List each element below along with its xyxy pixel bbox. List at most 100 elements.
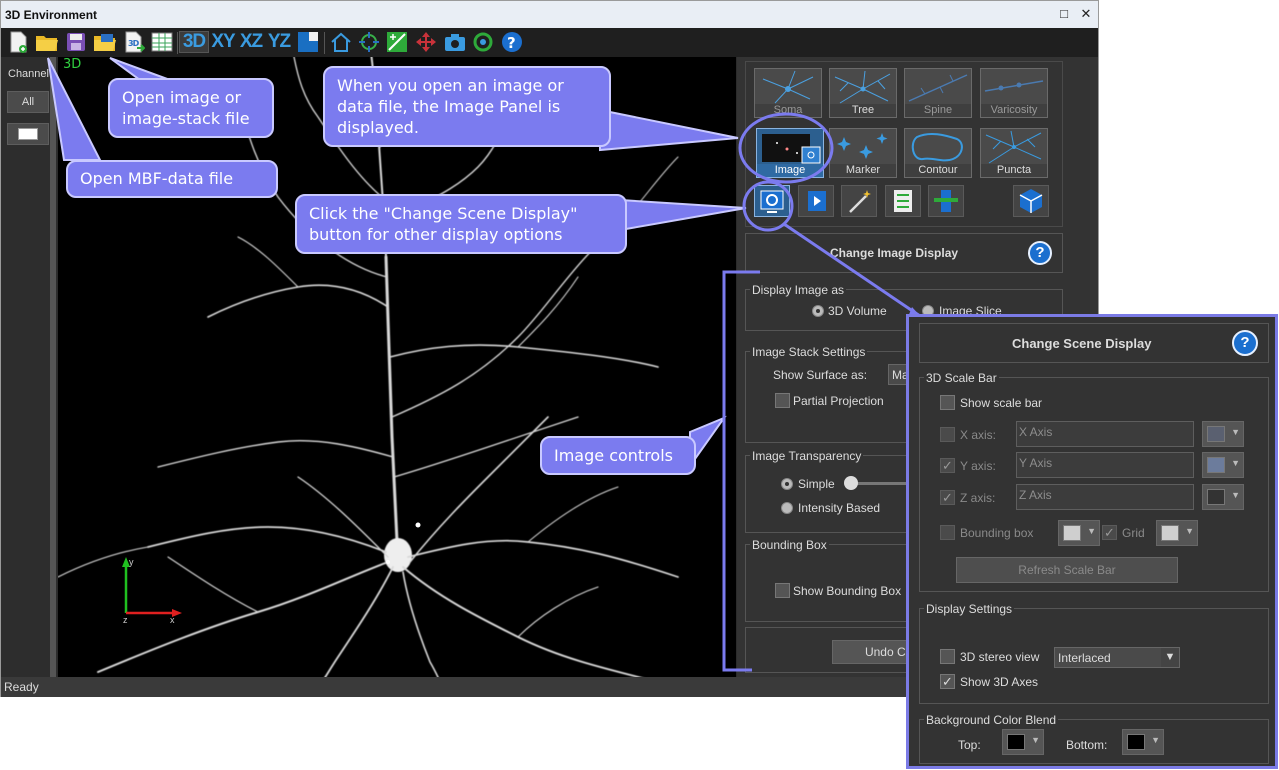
toolbar: 3D 3D XY XZ YZ ? bbox=[1, 28, 1098, 57]
background-blend-title: Background Color Blend bbox=[924, 713, 1059, 727]
change-scene-display-button[interactable] bbox=[754, 185, 790, 217]
channel-1-button[interactable] bbox=[7, 123, 49, 145]
show-3d-axes-label: Show 3D Axes bbox=[960, 675, 1039, 689]
svg-text:?: ? bbox=[507, 34, 515, 52]
window-title: 3D Environment bbox=[5, 8, 98, 22]
help-icon[interactable]: ? bbox=[500, 31, 524, 53]
scale-bar-title: 3D Scale Bar bbox=[924, 371, 999, 385]
image-panel-title: Change Image Display bbox=[830, 246, 959, 260]
camera-icon[interactable] bbox=[443, 31, 467, 53]
scale-icon[interactable] bbox=[385, 31, 409, 53]
show-scale-bar-checkbox[interactable] bbox=[940, 395, 955, 410]
channels-icon[interactable] bbox=[928, 185, 964, 217]
close-button[interactable]: ✕ bbox=[1077, 5, 1095, 23]
viewport-3d-label: 3D bbox=[63, 57, 82, 72]
transparency-simple-label: Simple bbox=[798, 477, 835, 491]
tool-tree[interactable]: Tree bbox=[829, 68, 897, 118]
bounding-box-checkbox[interactable] bbox=[940, 525, 955, 540]
bg-bottom-color-select[interactable]: ▼ bbox=[1122, 729, 1164, 755]
target-icon[interactable] bbox=[357, 31, 381, 53]
grid-color-select[interactable]: ▼ bbox=[1156, 520, 1198, 546]
channel-all-button[interactable]: All bbox=[7, 91, 49, 113]
callout-open-mbf: Open MBF-data file bbox=[66, 160, 278, 198]
x-axis-label: X axis: bbox=[960, 428, 997, 442]
show-surface-label: Show Surface as: bbox=[773, 368, 868, 382]
tool-soma-label: Soma bbox=[755, 104, 821, 117]
tool-contour-label: Contour bbox=[905, 164, 971, 177]
save-icon[interactable] bbox=[64, 31, 88, 53]
export-3d-icon[interactable]: 3D bbox=[122, 31, 146, 53]
refresh-scale-bar-button[interactable]: Refresh Scale Bar bbox=[956, 557, 1178, 583]
cube-icon[interactable] bbox=[1013, 185, 1049, 217]
y-axis-color-select[interactable]: ▼ bbox=[1202, 452, 1244, 478]
adjust-icon[interactable] bbox=[885, 185, 921, 217]
display-3d-volume-label: 3D Volume bbox=[828, 304, 887, 318]
view-3d-button[interactable]: 3D bbox=[179, 31, 209, 53]
stereo-mode-select[interactable]: Interlaced ▼ bbox=[1054, 647, 1180, 668]
z-axis-checkbox[interactable]: ✓ bbox=[940, 490, 955, 505]
tool-image[interactable]: Image bbox=[756, 128, 824, 178]
maximize-button[interactable]: □ bbox=[1055, 5, 1073, 23]
3d-viewport[interactable]: 3D y x z bbox=[58, 57, 736, 677]
open-image-folder-icon[interactable] bbox=[92, 31, 118, 53]
image-transparency-title: Image Transparency bbox=[750, 449, 864, 463]
transparency-intensity-radio[interactable] bbox=[781, 502, 793, 514]
tool-spine[interactable]: Spine bbox=[904, 68, 972, 118]
transparency-slider-handle[interactable] bbox=[844, 476, 858, 490]
movie-icon[interactable] bbox=[798, 185, 834, 217]
magic-wand-icon[interactable] bbox=[841, 185, 877, 217]
view-yz-button[interactable]: YZ bbox=[266, 31, 292, 53]
tool-puncta[interactable]: Puncta bbox=[980, 128, 1048, 178]
x-axis-checkbox[interactable] bbox=[940, 427, 955, 442]
bg-top-label: Top: bbox=[958, 738, 981, 752]
y-axis-field[interactable]: Y Axis bbox=[1016, 452, 1194, 478]
image-stack-title: Image Stack Settings bbox=[750, 345, 868, 359]
x-axis-field[interactable]: X Axis bbox=[1016, 421, 1194, 447]
callout-image-panel: When you open an image or data file, the… bbox=[323, 66, 611, 147]
callout-scene-display: Click the "Change Scene Display" button … bbox=[295, 194, 627, 254]
split-view-icon[interactable] bbox=[296, 31, 320, 53]
svg-text:3D: 3D bbox=[128, 39, 140, 48]
show-bounding-box-checkbox[interactable] bbox=[775, 583, 790, 598]
partial-projection-checkbox[interactable] bbox=[775, 393, 790, 408]
y-axis-label: Y axis: bbox=[960, 459, 996, 473]
channel-splitter[interactable] bbox=[50, 57, 56, 677]
grid-checkbox[interactable]: ✓ bbox=[1102, 525, 1117, 540]
tool-contour[interactable]: Contour bbox=[904, 128, 972, 178]
show-bounding-box-label: Show Bounding Box bbox=[793, 584, 902, 598]
new-file-icon[interactable] bbox=[6, 31, 30, 53]
scene-panel-title: Change Scene Display bbox=[1012, 336, 1152, 351]
y-axis-checkbox[interactable]: ✓ bbox=[940, 458, 955, 473]
home-icon[interactable] bbox=[329, 31, 353, 53]
scene-help-icon[interactable]: ? bbox=[1232, 330, 1258, 356]
move-icon[interactable] bbox=[414, 31, 438, 53]
show-3d-axes-checkbox[interactable]: ✓ bbox=[940, 674, 955, 689]
display-settings-group: Display Settings 3D stereo view Interlac… bbox=[919, 602, 1269, 704]
x-axis-color-select[interactable]: ▼ bbox=[1202, 421, 1244, 447]
bounding-box-color-select[interactable]: ▼ bbox=[1058, 520, 1100, 546]
z-axis-field[interactable]: Z Axis bbox=[1016, 484, 1194, 510]
display-settings-title: Display Settings bbox=[924, 602, 1015, 616]
tool-varicosity[interactable]: Varicosity bbox=[980, 68, 1048, 118]
grid-label: Grid bbox=[1122, 526, 1145, 540]
tool-puncta-label: Puncta bbox=[981, 164, 1047, 177]
stereo-view-checkbox[interactable] bbox=[940, 649, 955, 664]
bg-top-color-select[interactable]: ▼ bbox=[1002, 729, 1044, 755]
z-axis-color-select[interactable]: ▼ bbox=[1202, 484, 1244, 510]
display-3d-volume-radio[interactable] bbox=[812, 305, 824, 317]
tool-varicosity-label: Varicosity bbox=[981, 104, 1047, 117]
transparency-simple-radio[interactable] bbox=[781, 478, 793, 490]
tool-marker[interactable]: Marker bbox=[829, 128, 897, 178]
axis-z-label: z bbox=[123, 615, 128, 625]
open-mbf-folder-icon[interactable] bbox=[34, 31, 60, 53]
view-xz-button[interactable]: XZ bbox=[238, 31, 264, 53]
tool-soma[interactable]: Soma bbox=[754, 68, 822, 118]
axis-x-label: x bbox=[170, 615, 175, 625]
stereo-view-label: 3D stereo view bbox=[960, 650, 1040, 664]
bg-bottom-label: Bottom: bbox=[1066, 738, 1108, 752]
spreadsheet-icon[interactable] bbox=[149, 31, 175, 53]
image-help-icon[interactable]: ? bbox=[1028, 241, 1052, 265]
view-xy-button[interactable]: XY bbox=[210, 31, 236, 53]
refresh-icon[interactable] bbox=[471, 31, 495, 53]
neuron-image bbox=[58, 57, 679, 677]
